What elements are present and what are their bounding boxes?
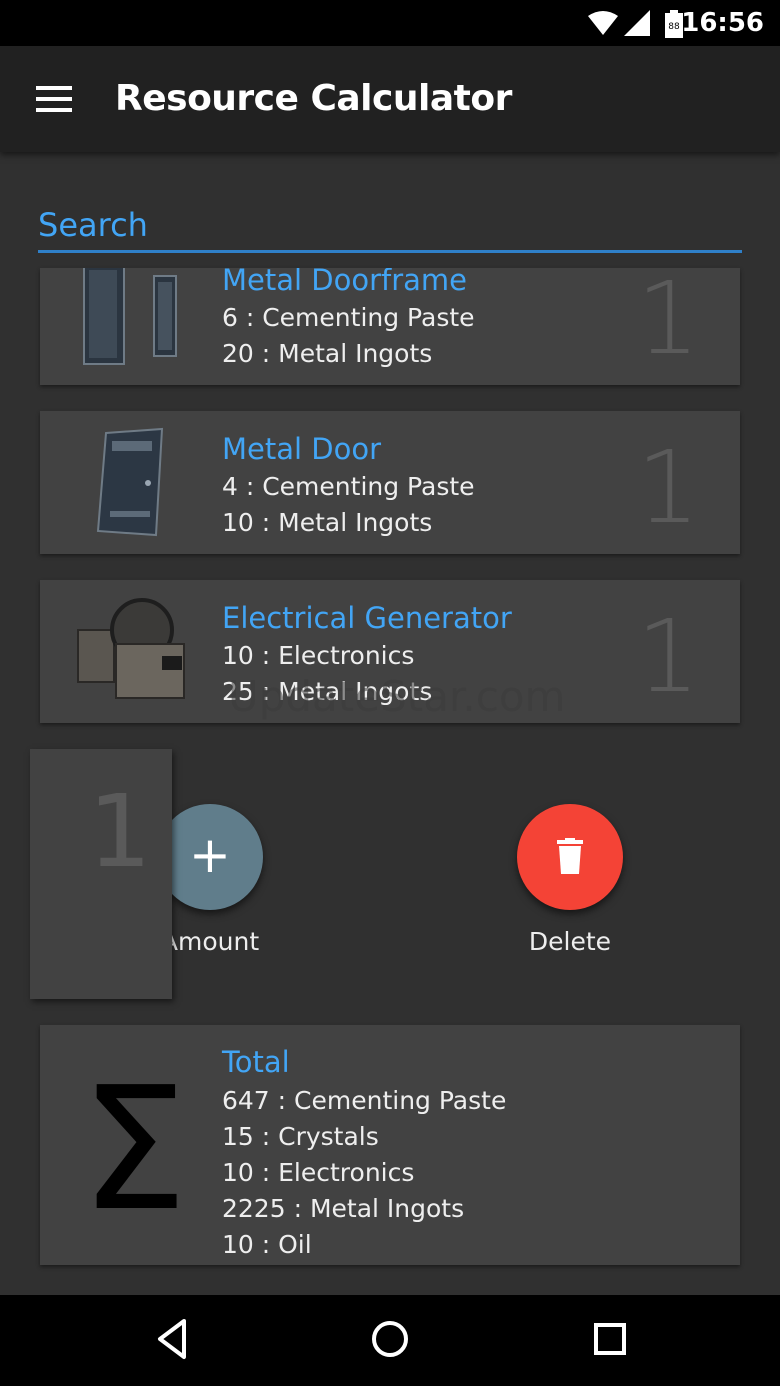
wifi-icon <box>588 11 618 35</box>
item-requirement: 10 : Electronics <box>222 641 415 670</box>
item-quantity: 1 <box>636 429 700 546</box>
total-line: 647 : Cementing Paste <box>222 1086 507 1115</box>
selected-quantity-tile[interactable]: 1 <box>30 749 172 999</box>
electrical-generator-icon <box>77 598 185 699</box>
item-requirement: 20 : Metal Ingots <box>222 339 433 368</box>
delete-button[interactable] <box>517 804 623 910</box>
clock: 16:56 <box>681 8 764 38</box>
add-amount-button[interactable]: + <box>157 804 263 910</box>
selected-quantity: 1 <box>88 773 152 890</box>
item-quantity: 1 <box>636 268 700 377</box>
list-item[interactable]: Metal Door 4 : Cementing Paste 10 : Meta… <box>40 411 740 554</box>
back-icon[interactable] <box>152 1317 192 1361</box>
trash-icon <box>557 838 583 874</box>
app-title: Resource Calculator <box>115 78 512 119</box>
item-name: Electrical Generator <box>222 601 512 635</box>
cell-signal-icon <box>624 10 650 36</box>
item-requirement: 10 : Metal Ingots <box>222 508 433 537</box>
item-requirement: 4 : Cementing Paste <box>222 472 475 501</box>
search-field[interactable] <box>38 200 742 253</box>
item-quantity: 1 <box>636 598 700 715</box>
recents-icon[interactable] <box>590 1317 630 1361</box>
metal-door-icon <box>96 427 164 537</box>
app-toolbar: Resource Calculator <box>0 46 780 152</box>
home-icon[interactable] <box>370 1317 410 1361</box>
search-input[interactable] <box>38 200 742 244</box>
total-line: 15 : Crystals <box>222 1122 379 1151</box>
item-name: Metal Doorframe <box>222 268 468 297</box>
svg-text:88: 88 <box>668 22 680 32</box>
total-line: 10 : Oil <box>222 1230 312 1259</box>
total-title: Total <box>222 1045 290 1079</box>
watermark: UpdateStar.com <box>228 672 566 721</box>
delete-label: Delete <box>528 927 612 956</box>
plus-icon: + <box>189 826 231 884</box>
total-line: 10 : Electronics <box>222 1158 415 1187</box>
item-name: Metal Door <box>222 432 382 466</box>
total-card: Σ Total 647 : Cementing Paste 15 : Cryst… <box>40 1025 740 1265</box>
status-bar: 88 16:56 <box>0 0 780 46</box>
total-line: 2225 : Metal Ingots <box>222 1194 465 1223</box>
list-item[interactable]: Metal Doorframe 6 : Cementing Paste 20 :… <box>40 268 740 385</box>
hamburger-menu-icon[interactable] <box>36 86 72 112</box>
navigation-bar <box>0 1295 780 1386</box>
sigma-icon: Σ <box>80 1051 188 1249</box>
metal-doorframe-icon <box>83 268 177 365</box>
item-requirement: 6 : Cementing Paste <box>222 303 475 332</box>
